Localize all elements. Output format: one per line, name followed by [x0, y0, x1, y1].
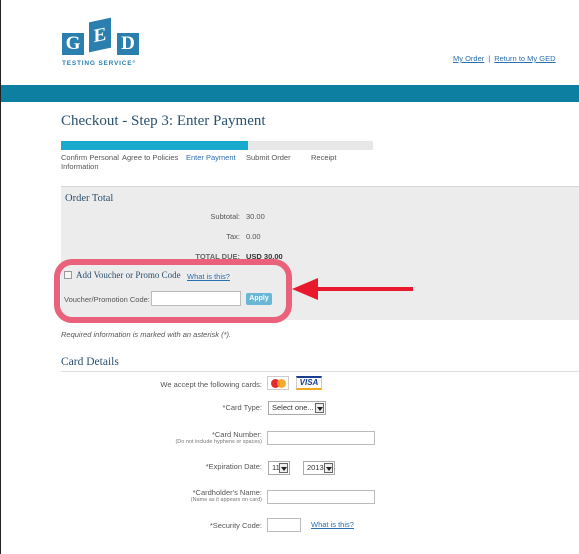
- my-order-link[interactable]: My Order: [453, 54, 484, 63]
- card-number-label: *Card Number:: [211, 430, 262, 439]
- logo-letter-g: G: [62, 33, 84, 55]
- link-separator: |: [488, 54, 491, 63]
- tax-value: 0.00: [246, 232, 261, 241]
- card-type-value: Select one...: [272, 403, 314, 412]
- cardholder-label-group: *Cardholder's Name: (Name as it appears …: [0, 488, 262, 504]
- card-number-label-group: *Card Number: (Do not include hyphens or…: [0, 430, 262, 446]
- card-type-label: *Card Type:: [222, 403, 262, 412]
- page-title: Checkout - Step 3: Enter Payment: [61, 113, 266, 129]
- security-code-input[interactable]: [267, 518, 301, 532]
- header-links: My Order | Return to My GED: [453, 54, 556, 63]
- expiration-date-label: *Expiration Date:: [205, 462, 262, 471]
- logo-letter-d: D: [117, 33, 139, 55]
- exp-month-select[interactable]: 11: [268, 461, 290, 475]
- step-enter-payment: Enter Payment: [186, 153, 236, 162]
- subtotal-value: 30.00: [246, 212, 265, 221]
- required-info-note: Required information is marked with an a…: [61, 330, 232, 339]
- mastercard-icon: [267, 376, 289, 390]
- cardholder-name-input[interactable]: [267, 490, 375, 504]
- security-code-help-link[interactable]: What is this?: [311, 520, 354, 529]
- logo-subtitle: TESTING SERVICE°: [62, 60, 136, 67]
- card-type-select[interactable]: Select one...: [268, 401, 326, 415]
- progress-fill: [61, 141, 249, 150]
- cardholder-hint: (Name as it appears on card): [190, 497, 262, 503]
- step-agree-policies: Agree to Policies: [122, 153, 179, 162]
- chevron-down-icon[interactable]: [315, 403, 324, 413]
- card-number-input[interactable]: [267, 431, 375, 445]
- progress-bar: [61, 141, 373, 150]
- card-details-heading: Card Details: [61, 356, 119, 368]
- step-receipt: Receipt: [311, 153, 337, 162]
- logo-letter-e: E: [89, 17, 111, 53]
- accepted-cards-label: We accept the following cards:: [160, 380, 262, 389]
- tax-label: Tax:: [226, 232, 240, 241]
- voucher-highlight-outline: [54, 259, 292, 323]
- subtotal-label: Subtotal:: [210, 212, 240, 221]
- checkout-page: G E D TESTING SERVICE° My Order | Return t…: [0, 0, 579, 554]
- annotation-arrow-shaft: [316, 287, 413, 291]
- security-code-label: *Security Code:: [209, 521, 262, 530]
- exp-year-select[interactable]: 2013: [303, 461, 335, 475]
- step-submit-order: Submit Order: [246, 153, 291, 162]
- visa-icon: VISA: [296, 376, 322, 390]
- annotation-arrow-icon: [292, 278, 318, 300]
- cardholder-label: *Cardholder's Name:: [192, 488, 262, 497]
- return-to-my-ged-link[interactable]: Return to My GED: [494, 54, 555, 63]
- card-number-hint: (Do not include hyphens or spaces): [175, 439, 262, 445]
- chevron-down-icon[interactable]: [279, 463, 288, 473]
- ged-logo[interactable]: G E D TESTING SERVICE°: [62, 17, 152, 76]
- step-confirm-personal: Confirm Personal Information: [61, 153, 119, 171]
- exp-year-value: 2013: [307, 463, 324, 472]
- chevron-down-icon[interactable]: [324, 463, 333, 473]
- order-total-heading: Order Total: [65, 193, 114, 204]
- nav-bar: [1, 85, 579, 102]
- section-divider: [61, 371, 579, 372]
